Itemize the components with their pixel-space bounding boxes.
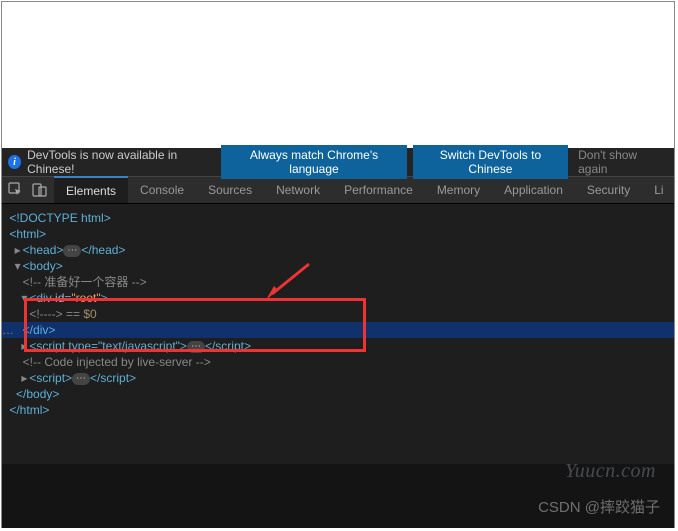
dom-line[interactable]: <!DOCTYPE html>	[6, 210, 670, 226]
tab-console[interactable]: Console	[128, 177, 196, 203]
devtools-infobar: i DevTools is now available in Chinese! …	[2, 148, 674, 176]
dom-line[interactable]: <html>	[6, 226, 670, 242]
dom-line[interactable]: </body>	[6, 386, 670, 402]
gutter-dots: …	[2, 322, 14, 338]
devtools-tab-bar: Elements Console Sources Network Perform…	[2, 176, 674, 204]
watermark-site: Yuucn.com	[565, 460, 656, 483]
info-icon: i	[8, 155, 21, 169]
tab-application[interactable]: Application	[492, 177, 575, 203]
device-toolbar-icon[interactable]	[32, 182, 48, 198]
tab-security[interactable]: Security	[575, 177, 642, 203]
dom-line[interactable]: ▾<body>	[6, 258, 670, 274]
tab-elements[interactable]: Elements	[54, 176, 128, 203]
dom-line[interactable]: ▾<div id="root">	[6, 290, 670, 306]
dom-line[interactable]: ▸<script type="text/javascript">⋯</scrip…	[6, 338, 670, 354]
page-preview	[2, 2, 674, 148]
dom-line[interactable]: <!-- 准备好一个容器 -->	[6, 274, 670, 290]
dom-line[interactable]: </html>	[6, 402, 670, 418]
infobar-message: DevTools is now available in Chinese!	[27, 148, 215, 176]
inspect-element-icon[interactable]	[8, 182, 24, 198]
dom-line-selected[interactable]: <!----> == $0	[6, 306, 670, 322]
tab-sources[interactable]: Sources	[196, 177, 264, 203]
tab-memory[interactable]: Memory	[425, 177, 492, 203]
always-match-language-button[interactable]: Always match Chrome's language	[221, 145, 407, 179]
ellipsis-icon[interactable]: ⋯	[187, 341, 205, 353]
tab-performance[interactable]: Performance	[332, 177, 425, 203]
elements-dom-tree[interactable]: … <!DOCTYPE html> <html> ▸<head>⋯</head>…	[2, 204, 674, 464]
dom-line[interactable]: </div>	[6, 322, 670, 338]
dom-line[interactable]: ▸<script>⋯</script>	[6, 370, 670, 386]
dom-line[interactable]: ▸<head>⋯</head>	[6, 242, 670, 258]
switch-to-chinese-button[interactable]: Switch DevTools to Chinese	[413, 145, 568, 179]
ellipsis-icon[interactable]: ⋯	[63, 245, 81, 257]
tab-lighthouse[interactable]: Li	[642, 177, 675, 203]
dom-line[interactable]: <!-- Code injected by live-server -->	[6, 354, 670, 370]
ellipsis-icon[interactable]: ⋯	[72, 373, 90, 385]
dismiss-button[interactable]: Don't show again	[574, 145, 668, 179]
tab-network[interactable]: Network	[264, 177, 332, 203]
watermark-csdn: CSDN @摔跤猫子	[538, 496, 660, 517]
